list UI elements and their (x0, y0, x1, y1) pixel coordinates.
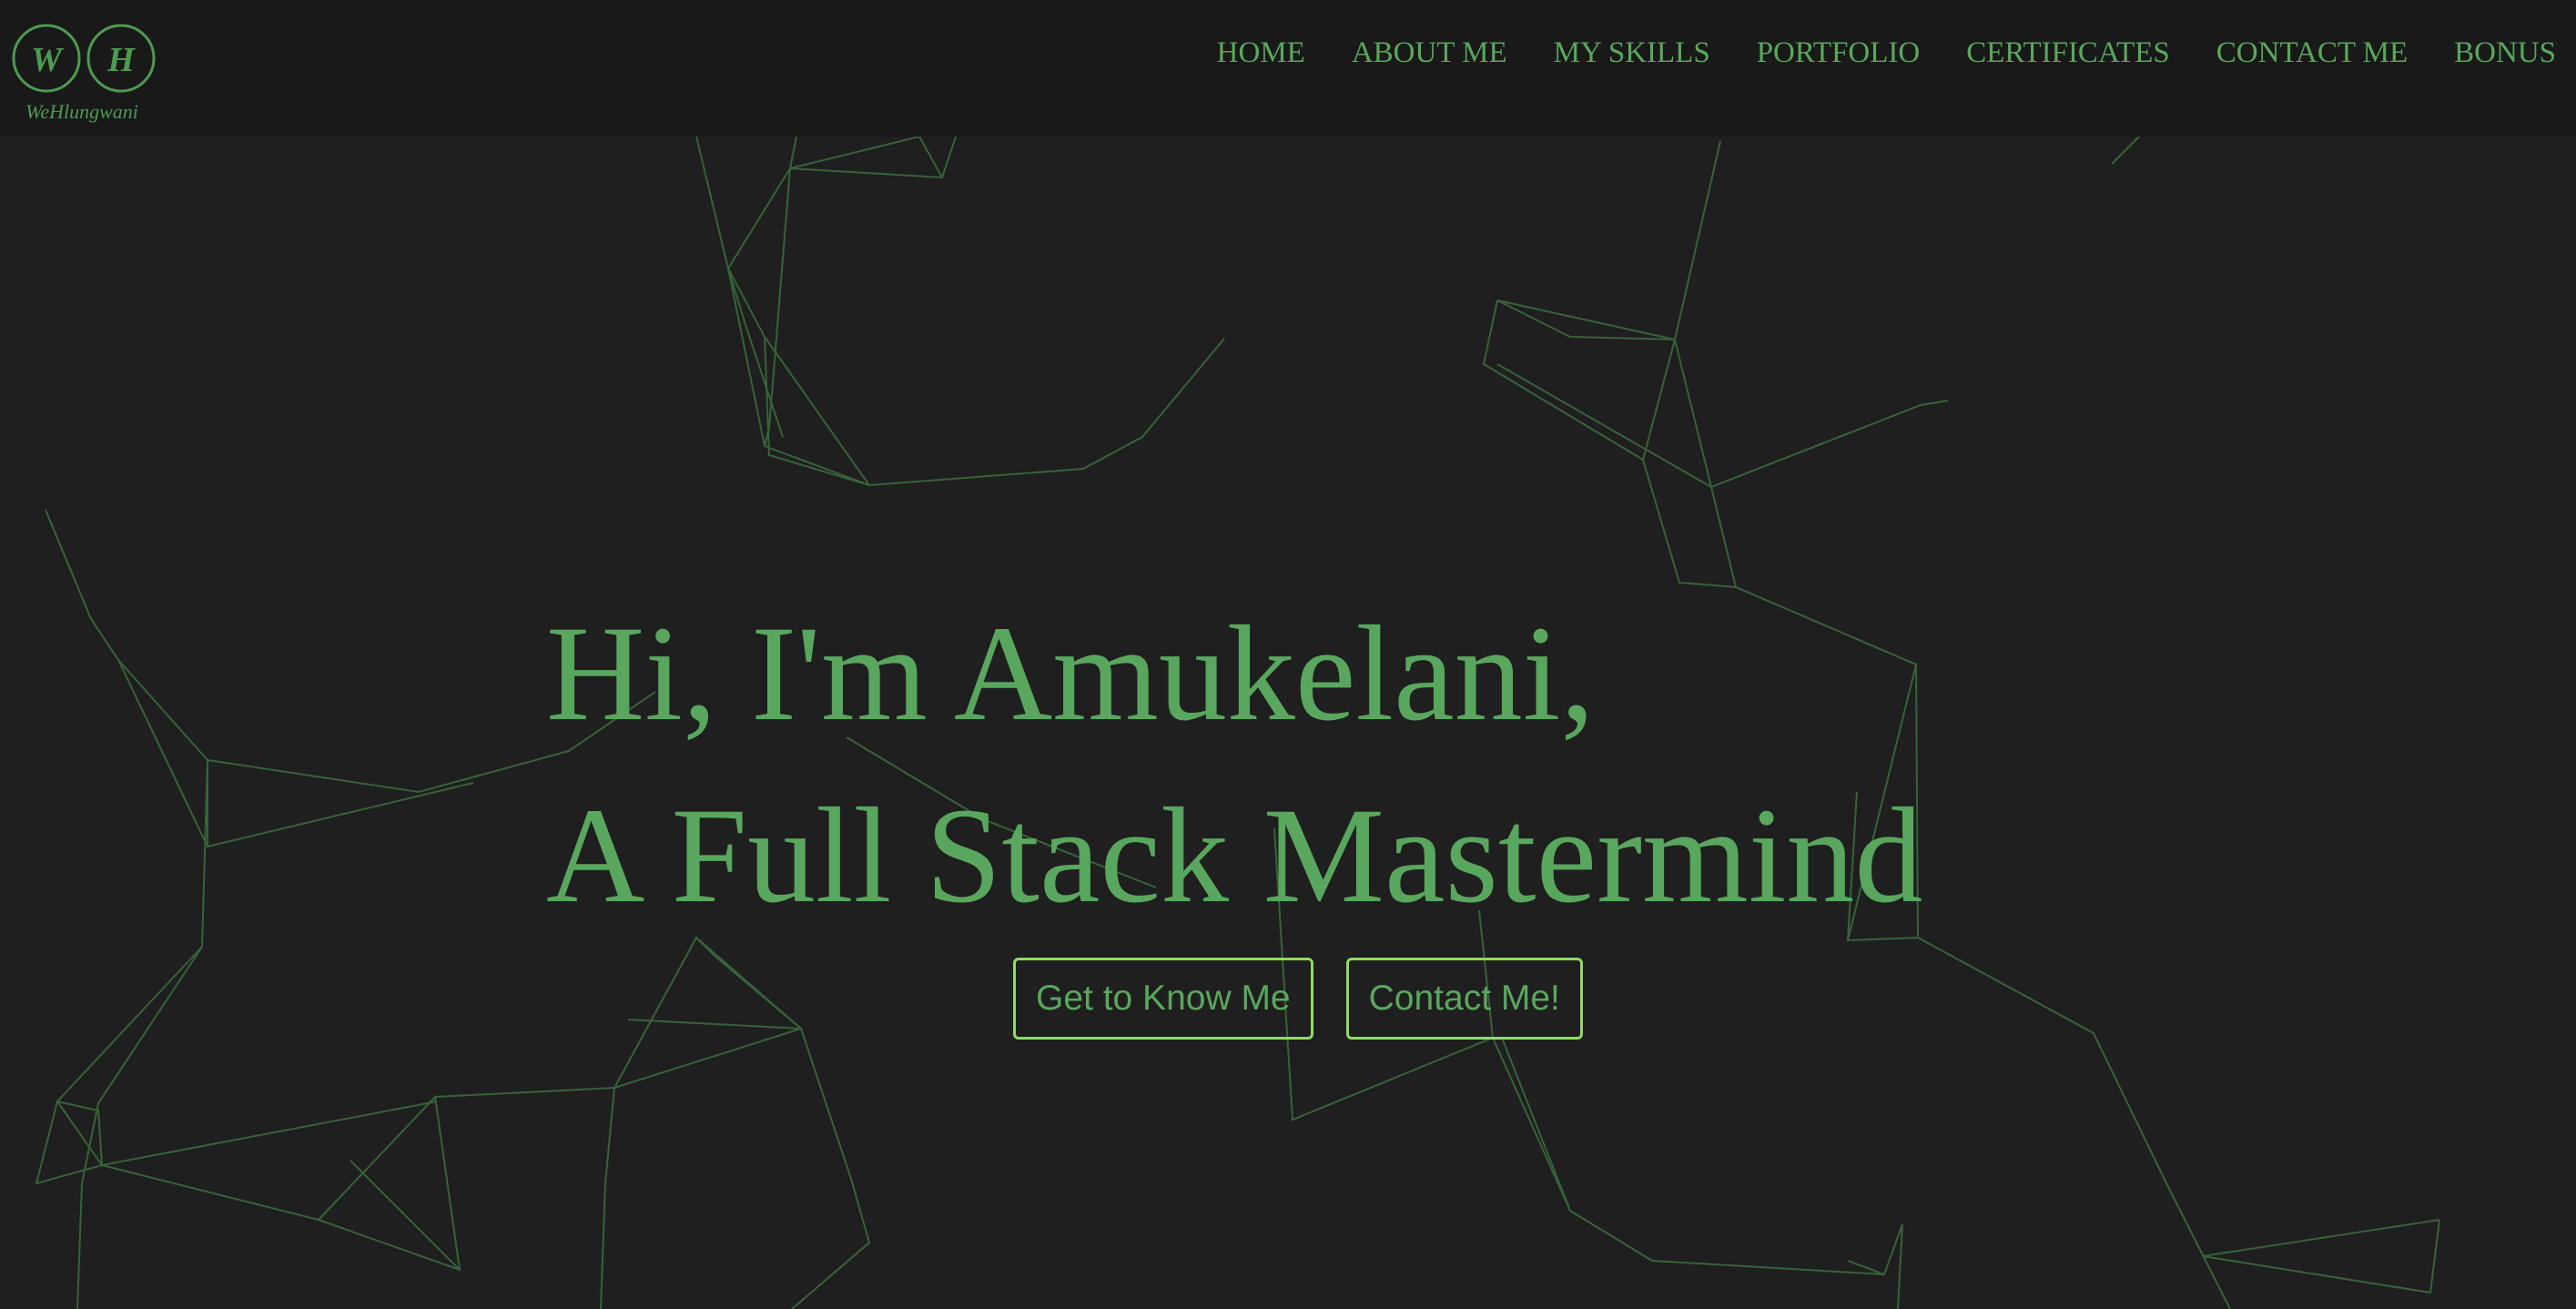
contact-me-button[interactable]: Contact Me! (1345, 958, 1583, 1040)
logo-icon: W H WeHlungwani (12, 24, 156, 123)
nav-my-skills[interactable]: MY SKILLS (1554, 36, 1710, 70)
nav-home[interactable]: HOME (1217, 36, 1305, 70)
nav-bonus[interactable]: BONUS (2454, 36, 2556, 70)
top-navbar: W H WeHlungwani HOME ABOUT ME MY SKILLS … (0, 0, 2576, 137)
main-nav: HOME ABOUT ME MY SKILLS PORTFOLIO CERTIF… (1217, 36, 2556, 70)
svg-text:H: H (106, 41, 136, 79)
hero-greeting: Hi, I'm Amukelani, (546, 598, 1595, 749)
page: W H WeHlungwani HOME ABOUT ME MY SKILLS … (0, 0, 2576, 1309)
get-to-know-me-button[interactable]: Get to Know Me (1013, 958, 1313, 1040)
nav-portfolio[interactable]: PORTFOLIO (1757, 36, 1921, 70)
svg-text:WeHlungwani: WeHlungwani (25, 100, 138, 123)
site-logo[interactable]: W H WeHlungwani (7, 16, 162, 131)
svg-text:W: W (31, 41, 65, 79)
hero-section: Hi, I'm Amukelani, A Full Stack Mastermi… (546, 583, 1922, 947)
nav-certificates[interactable]: CERTIFICATES (1966, 36, 2170, 70)
nav-about-me[interactable]: ABOUT ME (1352, 36, 1507, 70)
nav-contact-me[interactable]: CONTACT ME (2216, 36, 2408, 70)
hero-buttons: Get to Know Me Contact Me! (1013, 958, 1583, 1040)
hero-tagline: A Full Stack Mastermind (546, 780, 1923, 931)
